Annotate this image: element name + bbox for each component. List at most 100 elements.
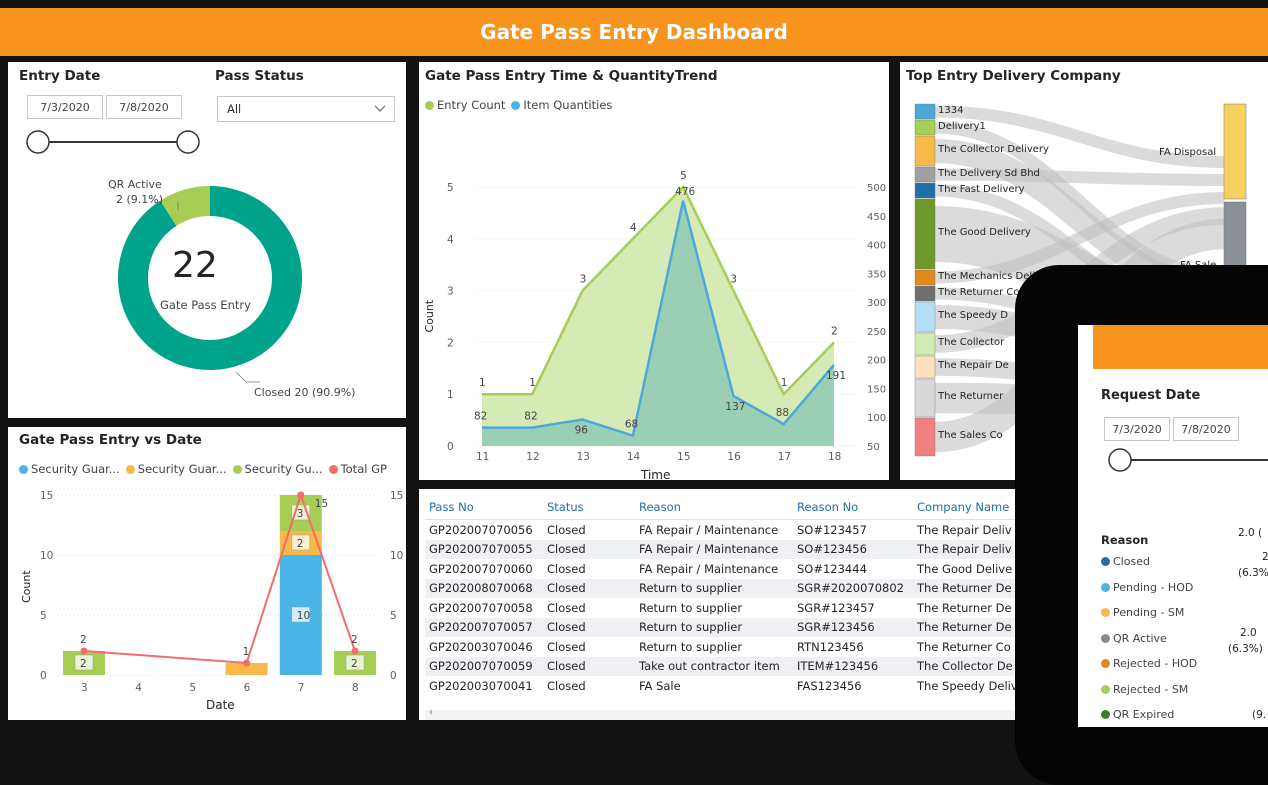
trend-right-tick: 200 bbox=[867, 356, 886, 367]
date-x-axis-label: Date bbox=[206, 698, 235, 712]
date-right-tick: 15 bbox=[390, 490, 403, 502]
phone-date-slider[interactable] bbox=[1100, 446, 1268, 476]
date-chart-legend: Security Guar... Security Guar... Securi… bbox=[19, 462, 387, 476]
legend-dot bbox=[1101, 684, 1110, 694]
phone-reason-legend-item[interactable]: Pending - HOD bbox=[1101, 581, 1193, 594]
table-cell: GP202007070057 bbox=[425, 617, 543, 637]
item-quantity-label: 137 bbox=[725, 401, 745, 413]
column-header[interactable]: Company Name bbox=[913, 495, 1019, 520]
column-header[interactable]: Pass No bbox=[425, 495, 543, 520]
legend-dot-blue bbox=[511, 100, 521, 110]
table-cell: Closed bbox=[543, 539, 635, 559]
chevron-down-icon bbox=[374, 105, 386, 112]
column-header[interactable]: Reason bbox=[635, 495, 793, 520]
phone-start-date-input[interactable]: 7/3/2020 bbox=[1104, 417, 1170, 441]
sankey-node bbox=[914, 198, 936, 270]
qr-active-value: 2 (9.1%) bbox=[116, 193, 164, 206]
sankey-node bbox=[914, 119, 936, 136]
table-row[interactable]: GP202003070046 Closed Return to supplier RT… bbox=[425, 637, 1019, 657]
table-cell: Return to supplier bbox=[635, 617, 793, 637]
table-row[interactable]: GP202003070041 Closed FA Sale FAS123456 The … bbox=[425, 676, 1019, 696]
sankey-node bbox=[914, 166, 936, 183]
phone-reason-title: Reason bbox=[1101, 533, 1149, 547]
trend-left-tick: 5 bbox=[447, 182, 454, 194]
gate-pass-table-panel: Pass No Status Reason Reason No Company Name… bbox=[419, 489, 1019, 720]
table-cell: ITEM#123456 bbox=[793, 656, 913, 676]
trend-right-tick: 50 bbox=[867, 442, 880, 453]
table-row[interactable]: GP202007070056 Closed FA Repair / Maintena… bbox=[425, 520, 1019, 540]
table-cell: SGR#123456 bbox=[793, 617, 913, 637]
sankey-node bbox=[914, 182, 936, 199]
trend-x-tick: 15 bbox=[677, 451, 690, 463]
trend-right-tick: 250 bbox=[867, 327, 886, 338]
date-x-tick: 8 bbox=[352, 682, 359, 694]
phone-reason-legend-item[interactable]: QR Active bbox=[1101, 632, 1167, 645]
item-quantity-label: 96 bbox=[575, 425, 589, 437]
table-cell: GP202003070041 bbox=[429, 678, 533, 693]
table-cell: Closed bbox=[543, 578, 635, 598]
trend-right-tick: 100 bbox=[867, 413, 886, 424]
legend-dot bbox=[1101, 582, 1110, 592]
table-cell: GP202007070055 bbox=[425, 539, 543, 559]
slider-start-handle[interactable] bbox=[26, 130, 50, 154]
closed-leader-line bbox=[235, 371, 260, 383]
table-row[interactable]: GP202008070068 Closed Return to supplier SG… bbox=[425, 578, 1019, 598]
date-y-axis-label: Count bbox=[20, 570, 33, 603]
sankey-node bbox=[914, 135, 936, 167]
table-row[interactable]: GP202007070060 Closed FA Repair / Maintena… bbox=[425, 559, 1019, 579]
sankey-node-label: Delivery1 bbox=[938, 120, 986, 132]
sankey-node bbox=[914, 269, 936, 286]
pass-status-dropdown[interactable]: All bbox=[217, 96, 395, 122]
legend-dot bbox=[1101, 633, 1110, 643]
entry-count-label: 2 bbox=[831, 325, 838, 337]
table-cell: The Returner De bbox=[913, 578, 1019, 598]
start-date-input[interactable]: 7/3/2020 bbox=[27, 95, 103, 119]
trend-right-tick: 150 bbox=[867, 384, 886, 395]
date-x-tick: 5 bbox=[189, 682, 196, 694]
trend-right-tick: 450 bbox=[867, 212, 886, 223]
table-row[interactable]: GP202007070055 Closed FA Repair / Maintena… bbox=[425, 539, 1019, 559]
total-gp-point bbox=[297, 491, 305, 499]
phone-reason-legend-item[interactable]: Rejected - SM bbox=[1101, 683, 1188, 696]
table-cell: GP202007070059 bbox=[425, 656, 543, 676]
end-date-input[interactable]: 7/8/2020 bbox=[106, 95, 182, 119]
phone-reason-legend-item[interactable]: Pending - SM bbox=[1101, 606, 1184, 619]
table-cell: SGR#2020070802 bbox=[793, 578, 913, 598]
phone-value-1: 2.0 ( bbox=[1238, 527, 1263, 539]
table-scrollbar[interactable]: ‹ bbox=[425, 707, 1015, 720]
phone-reason-legend-item[interactable]: QR Expired bbox=[1101, 708, 1174, 721]
column-header[interactable]: Status bbox=[543, 495, 635, 520]
entry-count-label: 3 bbox=[730, 274, 737, 286]
date-x-tick: 7 bbox=[298, 682, 305, 694]
table-row[interactable]: GP202007070058 Closed Return to supplier SG… bbox=[425, 598, 1019, 618]
table-cell: FA Repair / Maintenance bbox=[639, 522, 779, 537]
table-cell: Closed bbox=[547, 522, 586, 537]
pass-status-selected: All bbox=[227, 102, 242, 116]
scroll-left-icon[interactable]: ‹ bbox=[429, 707, 433, 718]
phone-reason-label: Closed bbox=[1113, 555, 1150, 568]
trend-x-tick: 17 bbox=[778, 451, 791, 463]
table-cell: FAS123456 bbox=[797, 678, 862, 693]
table-cell: Closed bbox=[543, 617, 635, 637]
phone-slider-start-handle[interactable] bbox=[1108, 448, 1132, 472]
table-row[interactable]: GP202007070057 Closed Return to supplier SG… bbox=[425, 617, 1019, 637]
table-cell: The Repair Deliv bbox=[913, 539, 1019, 559]
sankey-node bbox=[914, 301, 936, 333]
column-header[interactable]: Reason No bbox=[793, 495, 913, 520]
date-chart-panel: Gate Pass Entry vs Date Security Guar...… bbox=[8, 427, 406, 720]
table-cell: SO#123457 bbox=[797, 522, 867, 537]
legend-dot-green bbox=[232, 464, 242, 474]
phone-end-date-input[interactable]: 7/8/2020 bbox=[1173, 417, 1239, 441]
trend-x-tick: 11 bbox=[476, 451, 489, 463]
phone-reason-label: QR Active bbox=[1113, 631, 1167, 645]
table-row[interactable]: GP202007070059 Closed Take out contractor … bbox=[425, 656, 1019, 676]
date-range-slider[interactable] bbox=[24, 128, 204, 158]
entry-count-label: 1 bbox=[781, 377, 788, 389]
phone-reason-legend-item[interactable]: Closed bbox=[1101, 555, 1150, 568]
sankey-target-fa-disposal bbox=[1223, 103, 1247, 200]
trend-left-tick: 0 bbox=[447, 441, 454, 453]
slider-end-handle[interactable] bbox=[176, 130, 200, 154]
phone-reason-legend-item[interactable]: Rejected - HOD bbox=[1101, 657, 1197, 670]
closed-label: Closed 20 (90.9%) bbox=[254, 386, 356, 399]
legend-item-quantities: Item Quantities bbox=[523, 98, 613, 112]
